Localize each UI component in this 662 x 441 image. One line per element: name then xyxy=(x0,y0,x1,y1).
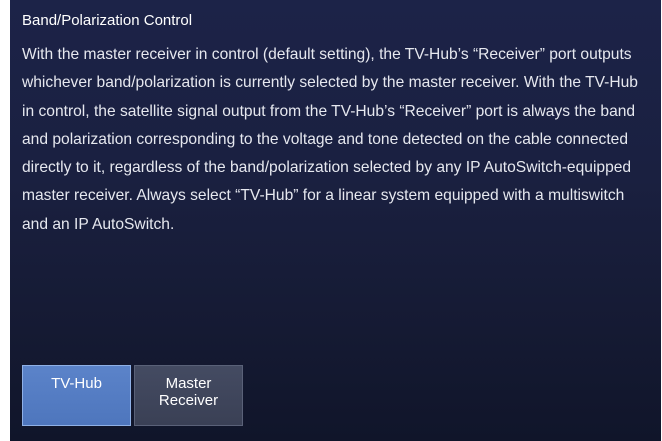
master-receiver-button[interactable]: Master Receiver xyxy=(134,365,243,426)
tv-hub-button[interactable]: TV-Hub xyxy=(22,365,131,426)
master-receiver-button-label: Master Receiver xyxy=(158,375,219,409)
band-polarization-panel: Band/Polarization Control With the maste… xyxy=(10,0,661,441)
panel-description: With the master receiver in control (def… xyxy=(22,46,638,233)
panel-title: Band/Polarization Control xyxy=(22,12,193,29)
control-source-selector: TV-Hub Master Receiver xyxy=(22,365,243,426)
tv-hub-button-label: TV-Hub xyxy=(51,375,102,392)
